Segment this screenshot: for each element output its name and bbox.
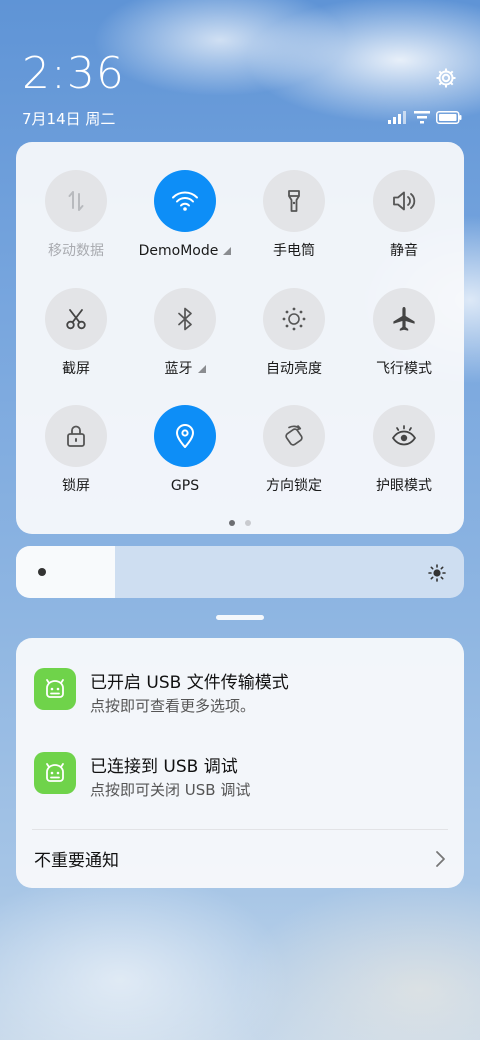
quick-settings-panel: 移动数据 DemoMode 手电筒 静音 截屏 蓝牙 自动亮度 飞行模式 锁屏 …: [16, 142, 464, 534]
tile-bluetooth[interactable]: 蓝牙: [130, 288, 240, 378]
tile-eye-care-circle[interactable]: [373, 405, 435, 467]
tile-flashlight-circle[interactable]: [263, 170, 325, 232]
tile-mobile-data-label: 移动数据: [48, 243, 104, 259]
tile-lock-screen[interactable]: 锁屏: [21, 405, 131, 495]
tile-auto-brightness-circle[interactable]: [263, 288, 325, 350]
date: 7月14日 周二: [22, 110, 116, 128]
tile-auto-brightness[interactable]: 自动亮度: [239, 288, 349, 378]
divider: [32, 829, 448, 830]
airplane-icon: [393, 307, 415, 331]
tile-bluetooth-label: 蓝牙: [165, 360, 206, 378]
notification-text: 点按即可查看更多选项。: [90, 697, 256, 715]
brightness-low-icon: [38, 568, 46, 576]
gear-icon: [436, 68, 456, 88]
scissors-icon: [66, 309, 86, 330]
flashlight-icon: [288, 190, 300, 212]
auto-brightness-icon: [282, 307, 306, 331]
tile-airplane-circle[interactable]: [373, 288, 435, 350]
tile-eye-care[interactable]: 护眼模式: [349, 405, 459, 495]
tile-auto-brightness-label: 自动亮度: [266, 361, 322, 377]
tile-screenshot[interactable]: 截屏: [21, 288, 131, 378]
tile-airplane[interactable]: 飞行模式: [349, 288, 459, 378]
tile-wifi-circle[interactable]: [154, 170, 216, 232]
eye-icon: [391, 425, 417, 446]
wifi-status-icon: [414, 110, 430, 123]
mobile-data-icon: [68, 191, 84, 211]
tile-mute-label: 静音: [390, 243, 418, 259]
tile-screenshot-circle[interactable]: [45, 288, 107, 350]
location-pin-icon: [176, 424, 194, 448]
chevron-right-icon[interactable]: [434, 850, 446, 868]
tile-bluetooth-circle[interactable]: [154, 288, 216, 350]
tile-flashlight[interactable]: 手电筒: [239, 170, 349, 260]
notification-title: 已连接到 USB 调试: [90, 757, 238, 777]
page-indicator: [16, 520, 464, 526]
brightness-fill: [16, 546, 115, 598]
tile-wifi[interactable]: DemoMode: [130, 170, 240, 260]
signal-icon: [388, 110, 406, 124]
tile-airplane-label: 飞行模式: [376, 361, 432, 377]
notification-title: 已开启 USB 文件传输模式: [90, 673, 289, 693]
android-icon: [46, 763, 64, 782]
battery-icon: [436, 110, 462, 124]
app-icon: [34, 752, 76, 794]
tile-rotation-lock-circle[interactable]: [263, 405, 325, 467]
app-icon: [34, 668, 76, 710]
tile-mobile-data-circle[interactable]: [45, 170, 107, 232]
notification-usb-debugging[interactable]: 已连接到 USB 调试 点按即可关闭 USB 调试: [34, 752, 454, 812]
dropdown-triangle-icon: [197, 365, 206, 373]
tile-eye-care-label: 护眼模式: [376, 478, 432, 494]
tile-lock-screen-label: 锁屏: [62, 478, 90, 494]
tile-rotation-lock-label: 方向锁定: [266, 478, 322, 494]
page-dot-active: [229, 520, 235, 526]
tile-rotation-lock[interactable]: 方向锁定: [239, 405, 349, 495]
brightness-slider[interactable]: [16, 546, 464, 598]
notification-text: 点按即可关闭 USB 调试: [90, 781, 251, 799]
tile-mute[interactable]: 静音: [349, 170, 459, 260]
tile-mobile-data[interactable]: 移动数据: [21, 170, 131, 260]
status-icons: [388, 110, 462, 124]
lock-icon: [67, 425, 85, 447]
clock: 2:36: [22, 48, 125, 99]
settings-button[interactable]: [434, 66, 458, 90]
tile-flashlight-label: 手电筒: [273, 243, 315, 259]
notification-panel: 已开启 USB 文件传输模式 点按即可查看更多选项。 已连接到 USB 调试 点…: [16, 638, 464, 888]
drag-handle[interactable]: [216, 615, 264, 620]
wifi-icon: [172, 191, 198, 211]
android-icon: [46, 679, 64, 698]
tile-gps-circle[interactable]: [154, 405, 216, 467]
speaker-icon: [393, 191, 416, 211]
tile-wifi-label: DemoMode: [139, 242, 232, 260]
rotation-lock-icon: [285, 425, 303, 446]
tile-screenshot-label: 截屏: [62, 361, 90, 377]
unimportant-notifications-link[interactable]: 不重要通知: [34, 846, 119, 871]
tile-gps[interactable]: GPS: [130, 405, 240, 495]
tile-gps-label: GPS: [170, 478, 200, 494]
page-dot: [245, 520, 251, 526]
tile-mute-circle[interactable]: [373, 170, 435, 232]
bluetooth-icon: [178, 307, 192, 331]
brightness-high-icon: [428, 564, 446, 582]
dropdown-triangle-icon: [223, 247, 232, 255]
notification-usb-file-transfer[interactable]: 已开启 USB 文件传输模式 点按即可查看更多选项。: [34, 668, 454, 728]
tile-lock-screen-circle[interactable]: [45, 405, 107, 467]
